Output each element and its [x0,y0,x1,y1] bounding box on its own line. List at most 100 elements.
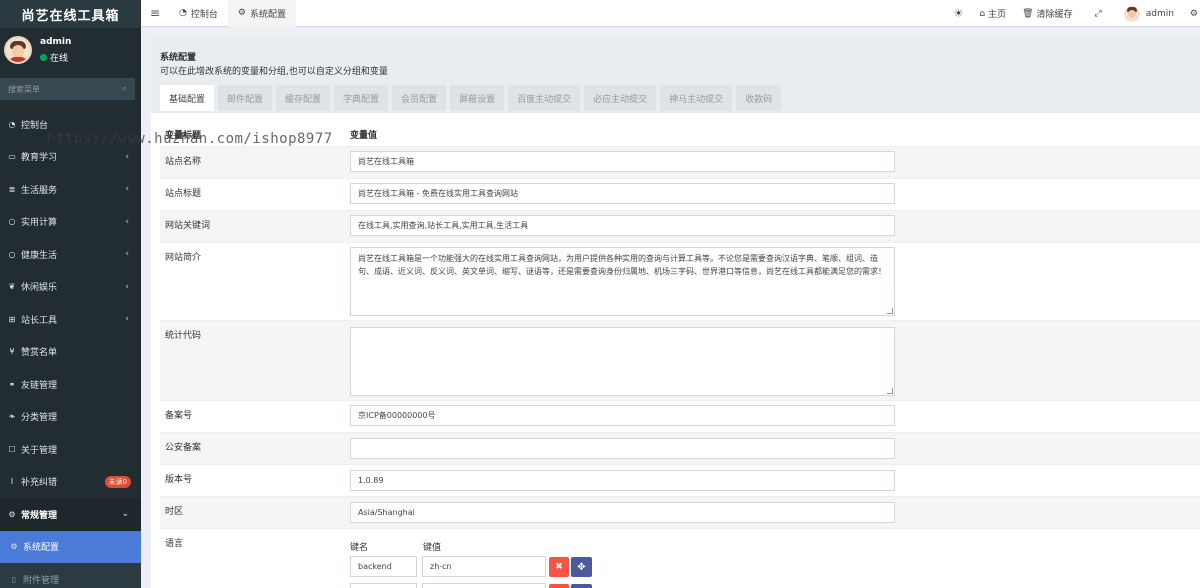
user-name: admin [40,36,72,47]
sidebar-item-label: 实用计算 [21,218,58,229]
sidebar-item-label: 教育学习 [21,153,58,164]
user-menu[interactable]: admin [1116,5,1182,22]
chevron-left-icon: ‹ [125,151,129,162]
lang-key-input[interactable]: backend [350,556,417,577]
row-label: 网站关键词 [165,221,211,231]
gear-icon: ⚙ [10,542,18,552]
user-status-label: 在线 [50,53,69,64]
top-right-actions: ☀ ⌂ 主页 🗑 清除缓存 ⤢ admin ⚙ [945,0,1200,27]
close-icon: ✖ [555,562,563,572]
table-row: 站点名称 尚艺在线工具箱 [160,146,1200,178]
app-brand[interactable]: 尚艺在线工具箱 [0,0,141,28]
menu-toggle-icon[interactable]: ≡ [141,6,169,20]
config-tab-1[interactable]: 邮件配置 [218,85,273,111]
clear-cache-button[interactable]: 🗑 清除缓存 [1014,7,1080,21]
sidebar-item-label: 补充纠错 [21,478,58,489]
list-icon: ≣ [8,184,16,194]
drag-row-button[interactable]: ✥ [571,584,592,588]
row-label: 语言 [165,539,184,549]
drag-row-button[interactable]: ✥ [571,557,592,577]
resize-handle-icon[interactable] [887,388,893,394]
leaf-icon: ❧ [8,412,16,422]
fullscreen-button[interactable]: ⤢ [1081,9,1116,19]
chevron-down-icon: ⌄ [121,509,129,520]
config-tab-5[interactable]: 屏蔽设置 [450,85,505,111]
avatar [4,36,32,64]
config-tab-2[interactable]: 缓存配置 [276,85,331,111]
police-record-field[interactable] [350,438,895,459]
home-icon: ⌂ [979,8,986,19]
chevron-left-icon: ‹ [125,184,129,195]
config-tab-4[interactable]: 会员配置 [392,85,447,111]
sidebar-item-system-config[interactable]: ⚙ 系统配置 [0,530,141,563]
intro-text: 尚艺在线工具箱是一个功能强大的在线实用工具查询网站，为用户提供各种实用的查询与计… [358,254,886,276]
sitemap-icon: ⊞ [8,314,16,324]
sidebar-item-9[interactable]: ❧ 分类管理 [0,401,141,434]
table-row: 网站关键词 在线工具,实用查询,站长工具,实用工具,生活工具 [160,210,1200,242]
sidebar-item-label: 休闲娱乐 [21,283,58,294]
version-field[interactable]: 1.0.89 [350,470,895,491]
sidebar-item-2[interactable]: ≣ 生活服务 ‹ [0,173,141,206]
delete-row-button[interactable]: ✖ [549,557,569,577]
stats-code-textarea[interactable] [350,327,895,396]
chevron-left-icon: ‹ [125,314,129,325]
lang-value-input[interactable]: zh-cn [422,556,546,577]
row-label: 统计代码 [165,331,202,341]
table-row: 时区 Asia/Shanghai [160,496,1200,528]
config-tab-3[interactable]: 字典配置 [334,85,389,111]
online-dot-icon [40,53,47,61]
sidebar-item-3[interactable]: ○ 实用计算 ‹ [0,206,141,239]
lang-value-input[interactable] [422,583,546,588]
tab-system-config[interactable]: ⚙ 系统配置 [227,0,296,27]
sidebar-group-general[interactable]: ⚙ 常规管理 ⌄ [0,498,141,531]
site-title-field[interactable]: 尚艺在线工具箱 - 免费在线实用工具查询网站 [350,183,895,204]
page-description: 可以在此增改系统的变量和分组,也可以自定义分组和变量 [160,67,388,77]
site-name-field[interactable]: 尚艺在线工具箱 [350,151,895,172]
sidebar-item-8[interactable]: ⚭ 友链管理 [0,368,141,401]
config-tab-9[interactable]: 收款码 [736,85,782,111]
top-username: admin [1145,8,1174,19]
config-tab-6[interactable]: 百度主动提交 [508,85,581,111]
sidebar-item-attachments[interactable]: ▯ 附件管理 [0,563,141,588]
sidebar-item-label: 关于管理 [21,445,58,456]
sidebar-item-7[interactable]: ¥ 赞赏名单 [0,336,141,369]
expand-icon: ⤢ [1094,8,1102,19]
sidebar-item-label: 友链管理 [21,380,58,391]
key-name-header: 键名 [350,543,369,553]
sidebar-item-11[interactable]: I 补充纠错 未读0 [0,466,141,499]
dashboard-icon: ◔ [179,8,187,18]
intro-textarea[interactable]: 尚艺在线工具箱是一个功能强大的在线实用工具查询网站，为用户提供各种实用的查询与计… [350,247,895,316]
sidebar-item-5[interactable]: ❦ 休闲娱乐 ‹ [0,271,141,304]
chevron-left-icon: ‹ [125,281,129,292]
menu-search-input[interactable]: 搜索菜单 ⌕ [0,78,135,100]
page-title: 系统配置 [160,53,197,63]
gear-icon: ⚙ [237,8,246,18]
theme-toggle-button[interactable]: ☀ [945,7,971,20]
tab-label: 控制台 [190,9,218,20]
sun-icon: ☀ [953,7,964,20]
config-tab-8[interactable]: 神马主动提交 [660,85,733,111]
table-row: 统计代码 [160,320,1200,400]
table-row: 备案号 京ICP备00000000号 [160,400,1200,432]
settings-button[interactable]: ⚙ [1182,9,1200,19]
move-icon: ✥ [577,561,586,573]
sidebar-item-10[interactable]: ☐ 关于管理 [0,433,141,466]
home-link[interactable]: ⌂ 主页 [971,7,1014,21]
row-label: 时区 [165,507,184,517]
timezone-field[interactable]: Asia/Shanghai [350,502,895,523]
sidebar-item-4[interactable]: ○ 健康生活 ‹ [0,238,141,271]
tab-dashboard[interactable]: ◔ 控制台 [169,0,228,27]
user-status: 在线 [40,51,71,64]
delete-row-button[interactable]: ✖ [549,584,569,588]
config-tab-7[interactable]: 必应主动提交 [584,85,657,111]
search-icon[interactable]: ⌕ [123,84,127,94]
file-icon: ▯ [11,574,17,584]
monitor-icon: ▭ [8,152,16,162]
config-tab-0[interactable]: 基础配置 [160,85,215,111]
sidebar-item-6[interactable]: ⊞ 站长工具 ‹ [0,303,141,336]
lang-key-input[interactable] [350,583,417,588]
resize-handle-icon[interactable] [887,308,893,314]
gears-icon: ⚙ [8,509,16,519]
keywords-field[interactable]: 在线工具,实用查询,站长工具,实用工具,生活工具 [350,215,895,236]
icp-field[interactable]: 京ICP备00000000号 [350,405,895,426]
